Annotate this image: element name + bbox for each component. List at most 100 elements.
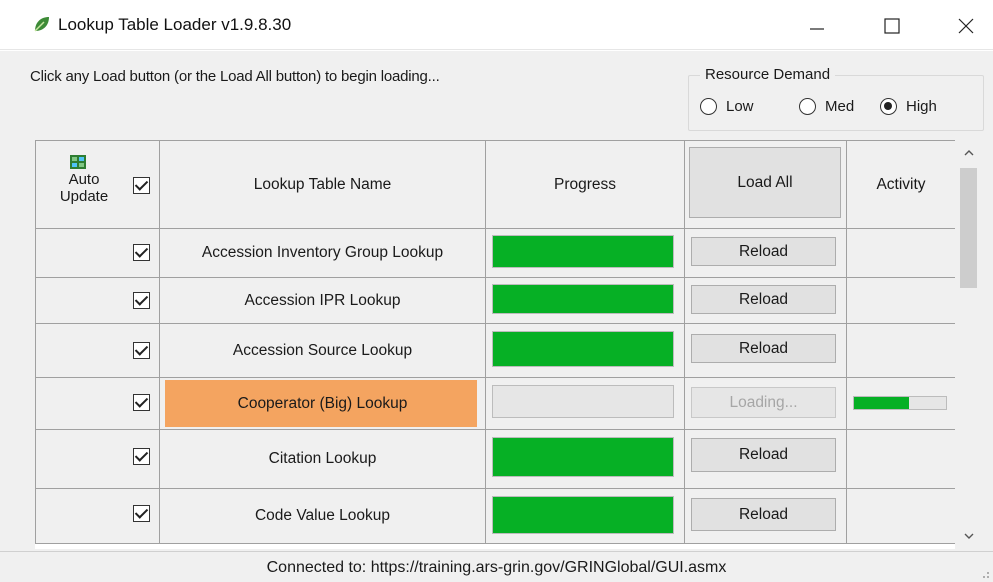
table-row-5-action: Reload [684, 429, 847, 489]
row-5-name-label: Citation Lookup [268, 450, 377, 467]
scroll-down-button[interactable] [955, 525, 982, 547]
refresh-grid-icon [70, 155, 86, 169]
header-table-name-label: Lookup Table Name [253, 175, 392, 193]
row-4-checkbox[interactable] [133, 394, 150, 411]
row-5-checkbox[interactable] [133, 448, 150, 465]
table-row-4-name: Cooperator (Big) Lookup [159, 377, 486, 430]
connection-status: Connected to: https://training.ars-grin.… [266, 559, 727, 576]
auto-update-label: Auto Update [59, 171, 109, 205]
title-bar: Lookup Table Loader v1.9.8.30 [0, 0, 993, 50]
table-row-6-name: Code Value Lookup [159, 488, 486, 544]
table-row-2-auto [35, 277, 160, 324]
close-icon [958, 18, 974, 34]
table-row-6-activity [846, 488, 955, 544]
row-2-name-label: Accession IPR Lookup [244, 291, 401, 309]
row-2-reload-button[interactable]: Reload [691, 285, 836, 314]
row-3-progress-fill [493, 332, 673, 366]
row-2-progress-fill [493, 285, 673, 313]
lookup-table-grid: Auto Update Lookup Table Name Progress L… [35, 140, 955, 549]
row-4-progress-bar [492, 385, 674, 418]
table-row-4-progress [485, 377, 685, 430]
table-row-4-activity [846, 377, 955, 430]
header-activity-label: Activity [876, 175, 926, 193]
table-row-6-progress [485, 488, 685, 544]
table-row-1-auto [35, 228, 160, 278]
scroll-thumb[interactable] [960, 168, 977, 288]
radio-high-dot[interactable] [880, 98, 897, 115]
row-1-reload-button[interactable]: Reload [691, 237, 836, 266]
window-title: Lookup Table Loader v1.9.8.30 [58, 15, 292, 34]
table-row-6-action: Reload [684, 488, 847, 544]
header-load-all: Load All [684, 140, 847, 229]
table-row-1-action: Reload [684, 228, 847, 278]
chevron-down-icon [964, 533, 973, 539]
row-3-name-label: Accession Source Lookup [232, 341, 413, 359]
table-row-6-auto [35, 488, 160, 544]
table-row-2-activity [846, 277, 955, 324]
chevron-up-icon [964, 150, 973, 156]
header-progress: Progress [485, 140, 685, 229]
row-4-activity-bar [853, 396, 947, 410]
maximize-icon [884, 18, 900, 34]
instructions-label: Click any Load button (or the Load All b… [30, 68, 440, 85]
table-row-2-name: Accession IPR Lookup [159, 277, 486, 324]
header-progress-label: Progress [553, 175, 617, 193]
table-row-4-auto [35, 377, 160, 430]
row-4-name-label: Cooperator (Big) Lookup [237, 394, 408, 412]
radio-med-dot[interactable] [799, 98, 816, 115]
row-6-reload-button[interactable]: Reload [691, 498, 836, 531]
radio-low-dot[interactable] [700, 98, 717, 115]
table-row-3-progress [485, 323, 685, 378]
auto-update-header-checkbox[interactable] [133, 177, 150, 194]
table-row-3-auto [35, 323, 160, 378]
table-row-2-progress [485, 277, 685, 324]
vertical-scrollbar[interactable] [955, 140, 982, 549]
row-1-checkbox[interactable] [133, 244, 150, 261]
radio-high[interactable]: High [880, 98, 937, 115]
row-6-checkbox[interactable] [133, 505, 150, 522]
client-area: Click any Load button (or the Load All b… [0, 51, 993, 582]
radio-low[interactable]: Low [700, 98, 754, 115]
row-5-progress-bar [492, 437, 674, 477]
radio-med-label: Med [825, 98, 855, 115]
row-2-progress-bar [492, 284, 674, 314]
header-activity: Activity [846, 140, 955, 229]
table-row-5-name: Citation Lookup [159, 429, 486, 489]
table-row-5-auto [35, 429, 160, 489]
row-1-progress-fill [493, 236, 673, 267]
row-6-name-label: Code Value Lookup [254, 507, 390, 524]
row-6-progress-fill [493, 497, 673, 533]
radio-med[interactable]: Med [799, 98, 854, 115]
table-row-3-action: Reload [684, 323, 847, 378]
leaf-app-icon [34, 17, 49, 32]
status-bar: Connected to: https://training.ars-grin.… [0, 551, 993, 582]
minimize-icon [810, 28, 824, 30]
table-row-4-action: Loading... [684, 377, 847, 430]
load-all-button[interactable]: Load All [689, 147, 841, 218]
header-table-name: Lookup Table Name [159, 140, 486, 229]
row-4-loading-button[interactable]: Loading... [691, 387, 836, 418]
row-3-progress-bar [492, 331, 674, 367]
table-row-3-activity [846, 323, 955, 378]
radio-high-label: High [906, 98, 937, 115]
row-2-checkbox[interactable] [133, 292, 150, 309]
row-3-checkbox[interactable] [133, 342, 150, 359]
row-3-reload-button[interactable]: Reload [691, 334, 836, 363]
scroll-up-button[interactable] [955, 142, 982, 164]
maximize-button[interactable] [870, 8, 914, 44]
minimize-button[interactable] [795, 8, 839, 44]
table-row-1-progress [485, 228, 685, 278]
table-row-5-progress [485, 429, 685, 489]
row-4-activity-fill [854, 397, 910, 409]
row-1-progress-bar [492, 235, 674, 268]
header-auto-update[interactable]: Auto Update [35, 140, 160, 229]
resize-grip-icon[interactable] [980, 569, 990, 579]
table-row-1-name: Accession Inventory Group Lookup [159, 228, 486, 278]
table-row-1-activity [846, 228, 955, 278]
close-button[interactable] [944, 8, 988, 44]
table-row-2-action: Reload [684, 277, 847, 324]
resource-demand-title: Resource Demand [700, 66, 836, 83]
row-5-progress-fill [493, 438, 673, 476]
row-5-reload-button[interactable]: Reload [691, 438, 836, 472]
table-row-3-name: Accession Source Lookup [159, 323, 486, 378]
